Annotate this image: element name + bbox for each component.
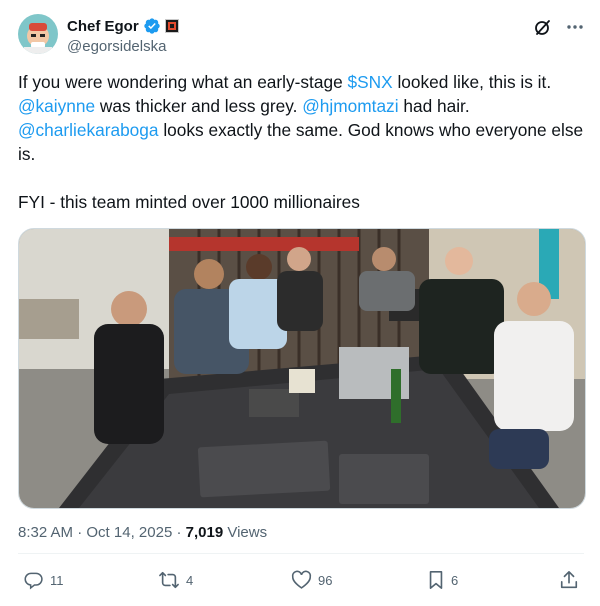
tweet-text-span: had hair.: [398, 96, 470, 116]
tweet-paragraph-1: If you were wondering what an early-stag…: [18, 70, 588, 94]
like-count: 96: [318, 572, 333, 588]
views-count: 7,019: [185, 524, 224, 541]
separator: ·: [172, 524, 186, 541]
display-name[interactable]: Chef Egor: [67, 18, 139, 35]
tweet-paragraph-3: @charliekaraboga looks exactly the same.…: [18, 118, 588, 166]
bookmark-button[interactable]: 6: [427, 570, 458, 590]
avatar[interactable]: [18, 14, 58, 54]
affiliate-badge-icon[interactable]: [164, 19, 179, 33]
timestamp-time[interactable]: 8:32 AM: [18, 524, 73, 541]
share-icon: [559, 570, 579, 590]
more-options-icon[interactable]: [566, 18, 584, 36]
tweet-paragraph-4: FYI - this team minted over 1000 million…: [18, 192, 360, 212]
bookmark-icon: [427, 570, 445, 590]
divider: [18, 553, 584, 554]
tweet-text: If you were wondering what an early-stag…: [18, 70, 588, 214]
heart-icon: [291, 570, 312, 590]
handle[interactable]: @egorsidelska: [67, 38, 166, 55]
like-button[interactable]: 96: [291, 570, 332, 590]
mention-link[interactable]: @charliekaraboga: [18, 120, 159, 140]
action-bar: 11 4 96 6: [18, 568, 586, 598]
bookmark-count: 6: [451, 572, 459, 588]
tweet-text-span: looked like, this is it.: [392, 72, 552, 92]
tweet-text-span: was thicker and less grey.: [95, 96, 303, 116]
name-row: Chef Egor: [67, 17, 179, 35]
tweet: Chef Egor @egorsidelska If you were wond…: [0, 0, 600, 606]
tweet-text-span: If you were wondering what an early-stag…: [18, 72, 348, 92]
repost-button[interactable]: 4: [158, 570, 193, 590]
reply-button[interactable]: 11: [24, 570, 64, 590]
separator: ·: [73, 524, 87, 541]
cashtag-link[interactable]: $SNX: [347, 72, 392, 92]
mention-link[interactable]: @kaiynne: [18, 96, 95, 116]
views-label: Views: [223, 524, 268, 541]
tweet-meta: 8:32 AM · Oct 14, 2025 · 7,019 Views: [18, 524, 267, 541]
share-button[interactable]: [559, 570, 579, 590]
repost-count: 4: [186, 572, 194, 588]
repost-icon: [158, 570, 180, 590]
tweet-header: Chef Egor @egorsidelska: [18, 14, 584, 62]
verified-badge-icon: [143, 17, 161, 35]
tweet-paragraph-2: @kaiynne was thicker and less grey. @hjm…: [18, 94, 588, 118]
timestamp-date[interactable]: Oct 14, 2025: [86, 524, 172, 541]
reply-count: 11: [50, 572, 64, 588]
reply-icon: [24, 570, 44, 590]
header-actions: [534, 18, 584, 36]
mention-link[interactable]: @hjmomtazi: [302, 96, 398, 116]
grok-icon[interactable]: [534, 18, 552, 36]
tweet-photo[interactable]: [18, 228, 586, 509]
